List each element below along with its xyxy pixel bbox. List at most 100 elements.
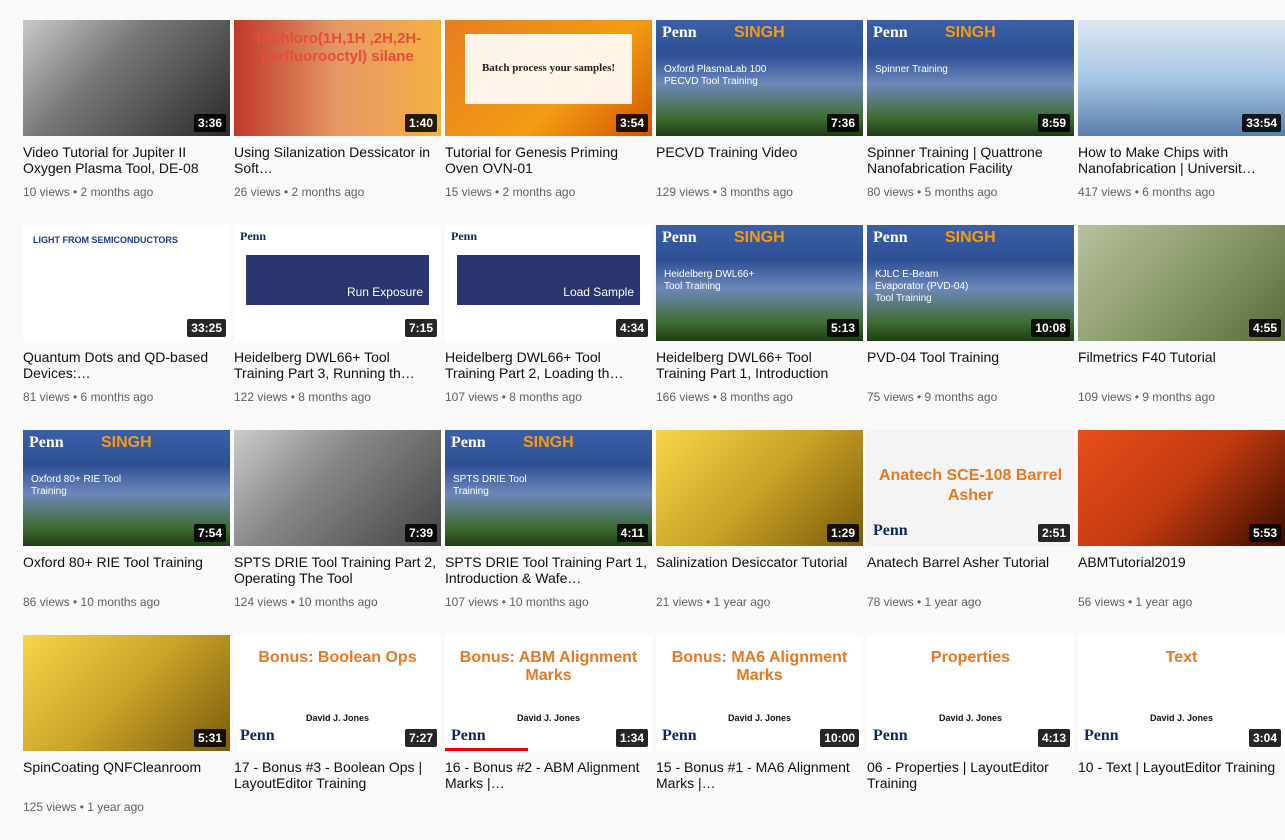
- penn-logo: Penn: [1084, 727, 1119, 744]
- video-thumbnail[interactable]: Penn SINGH Spinner Training 8:59: [867, 20, 1074, 136]
- video-title[interactable]: Quantum Dots and QD-based Devices:…: [23, 349, 230, 381]
- video-title[interactable]: How to Make Chips with Nanofabrication |…: [1078, 144, 1285, 176]
- video-thumbnail[interactable]: Bonus: ABM Alignment Marks David J. Jones…: [445, 635, 652, 751]
- video-card[interactable]: Anatech SCE-108 Barrel Asher Penn 2:51 Anat…: [867, 430, 1074, 635]
- video-title[interactable]: 16 - Bonus #2 - ABM Alignment Marks |…: [445, 759, 652, 791]
- video-card[interactable]: 4:55 Filmetrics F40 Tutorial 109 views • 9…: [1078, 225, 1285, 430]
- video-thumbnail[interactable]: 5:53: [1078, 430, 1285, 546]
- video-title[interactable]: Anatech Barrel Asher Tutorial: [867, 554, 1074, 586]
- video-thumbnail[interactable]: Penn SINGH SPTS DRIE Tool Training 4:11: [445, 430, 652, 546]
- thumbnail-caption: Oxford PlasmaLab 100 PECVD Tool Training: [664, 64, 767, 87]
- video-thumbnail[interactable]: Text David J. Jones Penn 3:04: [1078, 635, 1285, 751]
- video-card[interactable]: LIGHT FROM SEMICONDUCTORS 33:25 Quantum Do…: [23, 225, 230, 430]
- video-thumbnail[interactable]: Anatech SCE-108 Barrel Asher Penn 2:51: [867, 430, 1074, 546]
- video-thumbnail[interactable]: Batch process your samples! 3:54: [445, 20, 652, 136]
- video-title[interactable]: 06 - Properties | LayoutEditor Training: [867, 759, 1074, 791]
- video-card[interactable]: Text David J. Jones Penn 3:04 10 - Text | La…: [1078, 635, 1285, 840]
- thumbnail-author: David J. Jones: [305, 713, 370, 723]
- video-title[interactable]: Using Silanization Dessicator in Soft…: [234, 144, 441, 176]
- video-card[interactable]: Penn SINGH Heidelberg DWL66+ Tool Training…: [656, 225, 863, 430]
- video-thumbnail[interactable]: 33:54: [1078, 20, 1285, 136]
- video-thumbnail[interactable]: Properties David J. Jones Penn 4:13: [867, 635, 1074, 751]
- thumbnail-overlay-text: Trichloro(1H,1H ,2H,2H- perfluorooctyl) …: [253, 30, 422, 65]
- video-thumbnail[interactable]: Penn SINGH Heidelberg DWL66+ Tool Training…: [656, 225, 863, 341]
- video-title[interactable]: Heidelberg DWL66+ Tool Training Part 3, …: [234, 349, 441, 381]
- video-title[interactable]: PVD-04 Tool Training: [867, 349, 1074, 381]
- video-card[interactable]: Penn SINGH SPTS DRIE Tool Training 4:11 SPTS…: [445, 430, 652, 635]
- video-card[interactable]: Penn SINGH Spinner Training 8:59 Spinner Tra…: [867, 20, 1074, 225]
- video-card[interactable]: 7:39 SPTS DRIE Tool Training Part 2, Oper…: [234, 430, 441, 635]
- penn-logo: Penn: [451, 434, 486, 451]
- video-title[interactable]: Heidelberg DWL66+ Tool Training Part 1, …: [656, 349, 863, 381]
- video-thumbnail[interactable]: 5:31: [23, 635, 230, 751]
- video-card[interactable]: Penn SINGH Oxford PlasmaLab 100 PECVD Tool…: [656, 20, 863, 225]
- video-thumbnail[interactable]: Trichloro(1H,1H ,2H,2H- perfluorooctyl) …: [234, 20, 441, 136]
- thumbnail-caption: KJLC E-Beam Evaporator (PVD-04) Tool Tra…: [875, 269, 969, 304]
- video-thumbnail[interactable]: Load Sample Penn 4:34: [445, 225, 652, 341]
- video-title[interactable]: Oxford 80+ RIE Tool Training: [23, 554, 230, 586]
- video-card[interactable]: Bonus: MA6 Alignment Marks David J. Jones…: [656, 635, 863, 840]
- video-title[interactable]: PECVD Training Video: [656, 144, 863, 176]
- video-title[interactable]: 10 - Text | LayoutEditor Training: [1078, 759, 1285, 791]
- video-duration: 4:34: [615, 319, 648, 337]
- video-card[interactable]: Load Sample Penn 4:34 Heidelberg DWL66+ Too…: [445, 225, 652, 430]
- video-thumbnail[interactable]: Penn SINGH KJLC E-Beam Evaporator (PVD-04)…: [867, 225, 1074, 341]
- video-card[interactable]: 5:31 SpinCoating QNFCleanroom 125 views • …: [23, 635, 230, 840]
- video-title[interactable]: 17 - Bonus #3 - Boolean Ops | LayoutEdit…: [234, 759, 441, 791]
- thumbnail-slide-title: Bonus: MA6 Alignment Marks: [671, 649, 848, 684]
- video-card[interactable]: Batch process your samples! 3:54 Tutorial …: [445, 20, 652, 225]
- video-metadata: 81 views • 6 months ago: [23, 390, 154, 404]
- video-card[interactable]: 1:29 Salinization Desiccator Tutorial 21 v…: [656, 430, 863, 635]
- video-duration: 5:13: [826, 319, 859, 337]
- video-card[interactable]: 5:53 ABMTutorial2019 56 views • 1 year ago: [1078, 430, 1285, 635]
- video-metadata: 86 views • 10 months ago: [23, 595, 160, 609]
- video-title[interactable]: Filmetrics F40 Tutorial: [1078, 349, 1285, 381]
- video-title[interactable]: Tutorial for Genesis Priming Oven OVN-01: [445, 144, 652, 176]
- video-title[interactable]: Spinner Training | Quattrone Nanofabrica…: [867, 144, 1074, 176]
- video-metadata: 80 views • 5 months ago: [867, 185, 998, 199]
- video-thumbnail[interactable]: 1:29: [656, 430, 863, 546]
- video-metadata: 21 views • 1 year ago: [656, 595, 771, 609]
- video-thumbnail[interactable]: Penn SINGH Oxford PlasmaLab 100 PECVD Tool…: [656, 20, 863, 136]
- video-thumbnail[interactable]: 4:55: [1078, 225, 1285, 341]
- thumbnail-slide-title: Text: [1165, 649, 1198, 666]
- thumbnail-caption: Spinner Training: [875, 64, 948, 75]
- video-metadata: 109 views • 9 months ago: [1078, 390, 1215, 404]
- video-card[interactable]: Trichloro(1H,1H ,2H,2H- perfluorooctyl) …: [234, 20, 441, 225]
- video-card[interactable]: 33:54 How to Make Chips with Nanofabricat…: [1078, 20, 1285, 225]
- video-title[interactable]: ABMTutorial2019: [1078, 554, 1285, 586]
- watch-progress-bar: [445, 748, 528, 751]
- video-card[interactable]: Run Exposure Penn 7:15 Heidelberg DWL66+ To…: [234, 225, 441, 430]
- video-thumbnail[interactable]: LIGHT FROM SEMICONDUCTORS 33:25: [23, 225, 230, 341]
- thumbnail-slide-title: Bonus: ABM Alignment Marks: [459, 649, 638, 684]
- video-card[interactable]: 3:36 Video Tutorial for Jupiter II Oxygen…: [23, 20, 230, 225]
- video-thumbnail[interactable]: Bonus: Boolean Ops David J. Jones Penn 7:27: [234, 635, 441, 751]
- video-title[interactable]: SPTS DRIE Tool Training Part 1, Introduc…: [445, 554, 652, 586]
- video-card[interactable]: Bonus: Boolean Ops David J. Jones Penn 7:27…: [234, 635, 441, 840]
- video-duration: 1:40: [404, 114, 437, 132]
- penn-logo: Penn: [240, 229, 267, 243]
- video-thumbnail[interactable]: 7:39: [234, 430, 441, 546]
- video-duration: 8:59: [1037, 114, 1070, 132]
- video-thumbnail[interactable]: Penn SINGH Oxford 80+ RIE Tool Training 7:5…: [23, 430, 230, 546]
- video-metadata: 122 views • 8 months ago: [234, 390, 371, 404]
- video-card[interactable]: Penn SINGH KJLC E-Beam Evaporator (PVD-04)…: [867, 225, 1074, 430]
- video-duration: 33:25: [187, 319, 226, 337]
- video-thumbnail[interactable]: Bonus: MA6 Alignment Marks David J. Jones…: [656, 635, 863, 751]
- video-title[interactable]: SPTS DRIE Tool Training Part 2, Operatin…: [234, 554, 441, 586]
- video-title[interactable]: 15 - Bonus #1 - MA6 Alignment Marks |…: [656, 759, 863, 791]
- video-title[interactable]: Video Tutorial for Jupiter II Oxygen Pla…: [23, 144, 230, 176]
- penn-logo: Penn: [29, 434, 64, 451]
- video-title[interactable]: Salinization Desiccator Tutorial: [656, 554, 863, 586]
- video-card[interactable]: Bonus: ABM Alignment Marks David J. Jones…: [445, 635, 652, 840]
- video-duration: 3:36: [193, 114, 226, 132]
- thumbnail-author: David J. Jones: [938, 713, 1003, 723]
- video-title[interactable]: Heidelberg DWL66+ Tool Training Part 2, …: [445, 349, 652, 381]
- video-duration: 7:15: [404, 319, 437, 337]
- video-card[interactable]: Penn SINGH Oxford 80+ RIE Tool Training 7:5…: [23, 430, 230, 635]
- penn-logo: Penn: [873, 24, 908, 41]
- video-thumbnail[interactable]: Run Exposure Penn 7:15: [234, 225, 441, 341]
- video-thumbnail[interactable]: 3:36: [23, 20, 230, 136]
- video-card[interactable]: Properties David J. Jones Penn 4:13 06 - Pro…: [867, 635, 1074, 840]
- video-title[interactable]: SpinCoating QNFCleanroom: [23, 759, 230, 791]
